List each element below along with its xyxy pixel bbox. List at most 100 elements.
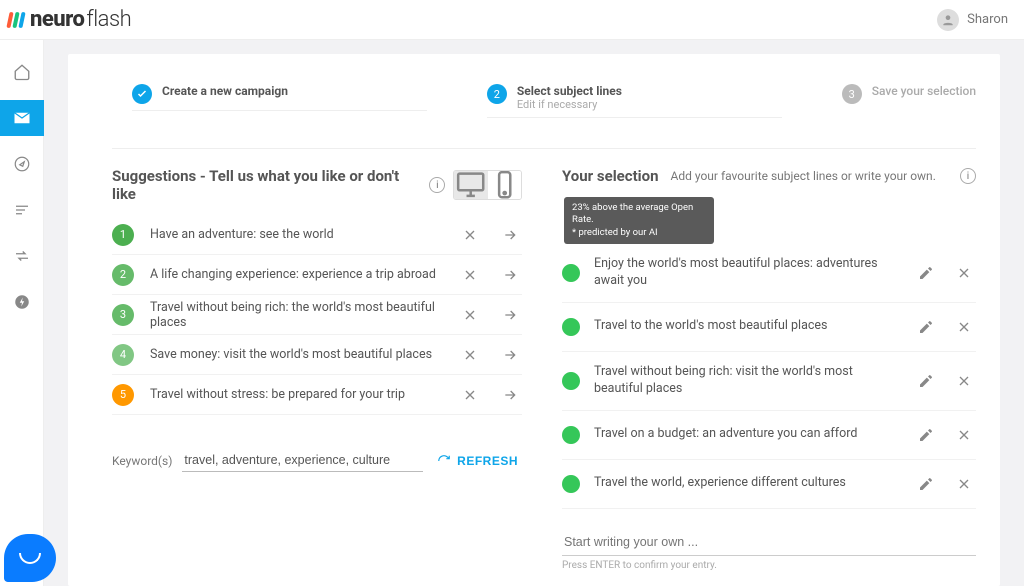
dismiss-button[interactable] bbox=[458, 223, 482, 247]
remove-button[interactable] bbox=[952, 315, 976, 339]
step-1[interactable]: Create a new campaign bbox=[132, 84, 427, 111]
step-2-sub: Edit if necessary bbox=[517, 98, 622, 111]
edit-button[interactable] bbox=[914, 315, 938, 339]
selection-text: Travel without being rich: visit the wor… bbox=[594, 364, 900, 398]
dismiss-button[interactable] bbox=[458, 343, 482, 367]
suggestion-rank: 5 bbox=[112, 384, 134, 406]
pencil-icon bbox=[918, 319, 934, 335]
close-icon bbox=[462, 307, 478, 323]
suggestion-list: 1 Have an adventure: see the world 2 A l… bbox=[112, 215, 522, 415]
home-icon bbox=[13, 63, 31, 81]
suggestion-text: Save money: visit the world's most beaut… bbox=[150, 347, 442, 362]
status-dot bbox=[562, 426, 580, 444]
desktop-view-button[interactable] bbox=[454, 171, 487, 199]
info-icon[interactable]: i bbox=[429, 177, 445, 193]
arrow-right-icon bbox=[502, 307, 518, 323]
selection-text: Travel on a budget: an adventure you can… bbox=[594, 426, 900, 443]
main-area: Create a new campaign 2 Select subject l… bbox=[44, 40, 1024, 586]
pencil-icon bbox=[918, 373, 934, 389]
nav-bolt[interactable] bbox=[0, 284, 44, 320]
refresh-button[interactable]: REFRESH bbox=[433, 450, 522, 472]
arrow-right-icon bbox=[502, 387, 518, 403]
status-dot bbox=[562, 475, 580, 493]
arrow-right-icon bbox=[502, 227, 518, 243]
selection-row: Travel to the world's most beautiful pla… bbox=[562, 303, 976, 352]
write-own-hint: Press ENTER to confirm your entry. bbox=[562, 560, 976, 571]
selection-hint: Add your favourite subject lines or writ… bbox=[671, 169, 936, 183]
keywords-input[interactable] bbox=[182, 449, 423, 472]
accept-button[interactable] bbox=[498, 343, 522, 367]
close-icon bbox=[462, 267, 478, 283]
tooltip-line2: * predicted by our AI bbox=[572, 227, 706, 239]
selection-row: Enjoy the world's most beautiful places:… bbox=[562, 244, 976, 303]
suggestion-text: Have an adventure: see the world bbox=[150, 227, 442, 242]
edit-button[interactable] bbox=[914, 472, 938, 496]
logo-mark bbox=[8, 12, 24, 28]
edit-button[interactable] bbox=[914, 423, 938, 447]
nav-home[interactable] bbox=[0, 54, 44, 90]
nav-lines[interactable] bbox=[0, 192, 44, 228]
step-3-num: 3 bbox=[842, 84, 862, 104]
view-toggle bbox=[453, 170, 522, 200]
transfer-icon bbox=[13, 247, 31, 265]
remove-button[interactable] bbox=[952, 423, 976, 447]
keywords-row: Keyword(s) REFRESH bbox=[112, 449, 522, 472]
close-icon bbox=[462, 347, 478, 363]
tooltip-line1: 23% above the average Open Rate. bbox=[572, 202, 706, 227]
mail-icon bbox=[13, 109, 31, 127]
remove-button[interactable] bbox=[952, 369, 976, 393]
edit-button[interactable] bbox=[914, 369, 938, 393]
avatar-icon bbox=[937, 9, 959, 31]
suggestions-header: Suggestions - Tell us what you like or d… bbox=[112, 167, 522, 203]
selection-text: Travel the world, experience different c… bbox=[594, 475, 900, 492]
monitor-icon bbox=[454, 170, 487, 200]
suggestion-row: 5 Travel without stress: be prepared for… bbox=[112, 375, 522, 415]
info-icon[interactable]: i bbox=[960, 168, 976, 184]
sidebar bbox=[0, 40, 44, 586]
selection-column: Your selection Add your favourite subjec… bbox=[562, 167, 976, 571]
step-3[interactable]: 3 Save your selection bbox=[842, 84, 976, 110]
mobile-view-button[interactable] bbox=[488, 171, 521, 199]
remove-button[interactable] bbox=[952, 261, 976, 285]
mobile-icon bbox=[488, 170, 521, 200]
accept-button[interactable] bbox=[498, 223, 522, 247]
close-icon bbox=[956, 373, 972, 389]
refresh-icon bbox=[437, 454, 451, 468]
nav-mail[interactable] bbox=[0, 100, 44, 136]
step-2[interactable]: 2 Select subject lines Edit if necessary bbox=[487, 84, 782, 118]
user-name: Sharon bbox=[967, 12, 1008, 27]
status-dot bbox=[562, 264, 580, 282]
close-icon bbox=[956, 427, 972, 443]
pencil-icon bbox=[918, 476, 934, 492]
selection-row: Travel on a budget: an adventure you can… bbox=[562, 411, 976, 460]
chat-launcher[interactable] bbox=[4, 534, 56, 582]
nav-explore[interactable] bbox=[0, 146, 44, 182]
close-icon bbox=[462, 387, 478, 403]
accept-button[interactable] bbox=[498, 303, 522, 327]
nav-transfer[interactable] bbox=[0, 238, 44, 274]
panel: Create a new campaign 2 Select subject l… bbox=[68, 54, 1000, 586]
logo[interactable]: neuroflash bbox=[8, 7, 131, 32]
dismiss-button[interactable] bbox=[458, 383, 482, 407]
logo-text-light: flash bbox=[86, 7, 131, 32]
suggestion-text: Travel without stress: be prepared for y… bbox=[150, 387, 442, 402]
status-dot bbox=[562, 318, 580, 336]
edit-button[interactable] bbox=[914, 261, 938, 285]
arrow-right-icon bbox=[502, 267, 518, 283]
selection-header: Your selection Add your favourite subjec… bbox=[562, 167, 976, 185]
suggestion-row: 3 Travel without being rich: the world's… bbox=[112, 295, 522, 335]
selection-text: Travel to the world's most beautiful pla… bbox=[594, 318, 900, 335]
suggestions-column: Suggestions - Tell us what you like or d… bbox=[112, 167, 522, 571]
remove-button[interactable] bbox=[952, 472, 976, 496]
accept-button[interactable] bbox=[498, 383, 522, 407]
step-3-title: Save your selection bbox=[872, 84, 976, 98]
write-own-input[interactable] bbox=[562, 529, 976, 556]
lines-icon bbox=[13, 201, 31, 219]
suggestion-rank: 3 bbox=[112, 304, 134, 326]
user-menu[interactable]: Sharon bbox=[937, 9, 1008, 31]
dismiss-button[interactable] bbox=[458, 263, 482, 287]
accept-button[interactable] bbox=[498, 263, 522, 287]
dismiss-button[interactable] bbox=[458, 303, 482, 327]
step-2-num: 2 bbox=[487, 84, 507, 104]
suggestions-title: Suggestions - Tell us what you like or d… bbox=[112, 167, 421, 203]
